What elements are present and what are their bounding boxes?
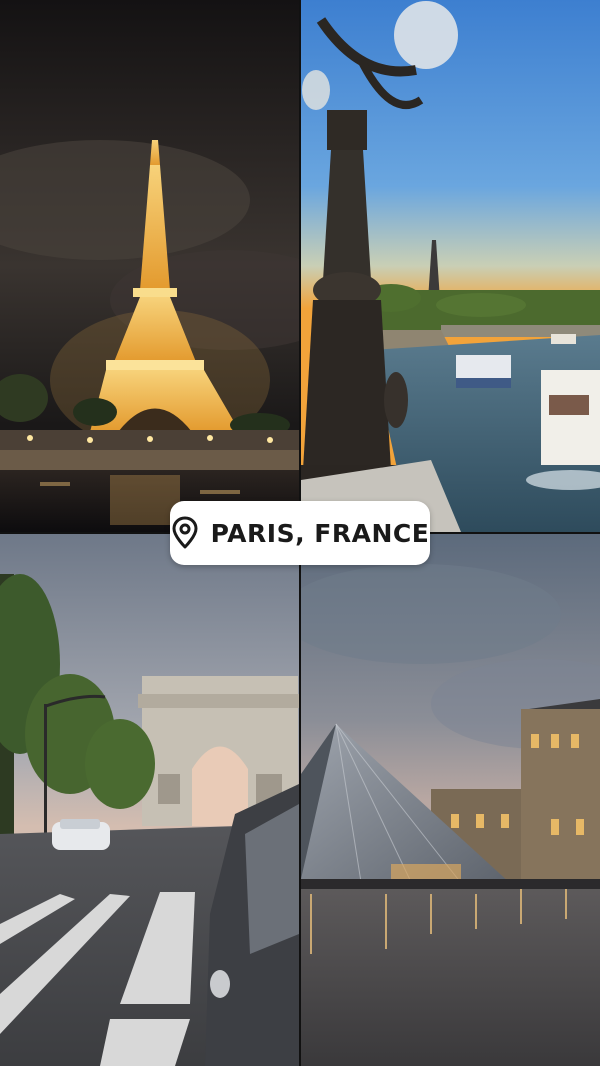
location-label: PARIS, FRANCE xyxy=(210,518,430,548)
seine-river-sunset-image xyxy=(301,0,600,532)
arc-de-triomphe-image xyxy=(0,534,299,1066)
photo-eiffel-tower-night xyxy=(0,0,299,532)
location-pin-icon xyxy=(172,516,198,549)
photo-seine-river-sunset xyxy=(301,0,600,532)
photo-collage: PARIS, FRANCE xyxy=(0,0,600,1066)
louvre-pyramid-image xyxy=(301,534,600,1066)
eiffel-tower-night-image xyxy=(0,0,299,532)
photo-louvre-pyramid xyxy=(301,534,600,1066)
photo-arc-de-triomphe xyxy=(0,534,299,1066)
location-sticker[interactable]: PARIS, FRANCE xyxy=(170,501,430,565)
